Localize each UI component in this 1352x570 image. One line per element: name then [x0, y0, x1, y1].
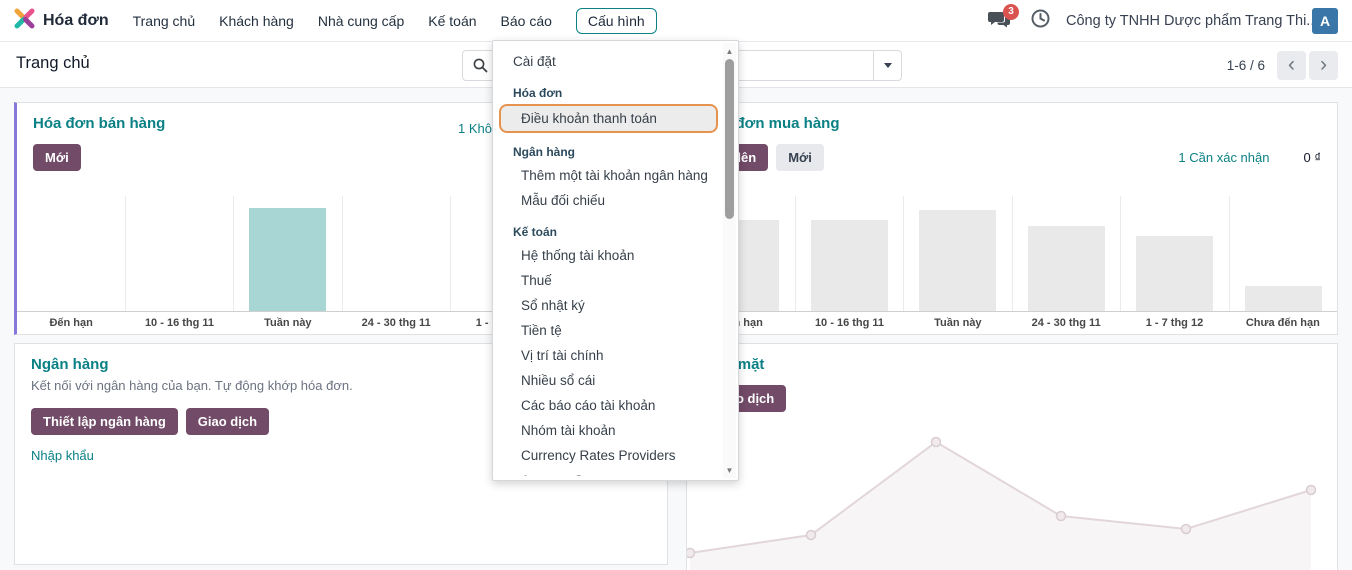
messages-button[interactable]: 3 [987, 9, 1015, 33]
nav-item-ke-toan[interactable]: Kế toán [428, 13, 476, 29]
menu-item[interactable]: Hệ thống tài khoản [493, 243, 724, 268]
menu-item[interactable]: Cài đặt [493, 49, 724, 74]
purchase-status-link[interactable]: 1 Cần xác nhận [1178, 150, 1269, 165]
cash-line-chart[interactable] [687, 343, 1338, 570]
top-navbar: Hóa đơn Trang chủ Khách hàng Nhà cung cấ… [0, 0, 1352, 42]
menu-item[interactable]: Mẫu đối chiếu [493, 188, 724, 213]
bar-slot[interactable] [17, 196, 125, 311]
data-point[interactable] [1307, 486, 1316, 495]
menu-item[interactable]: Điều khoản thanh toán [499, 104, 718, 133]
data-point[interactable] [1057, 512, 1066, 521]
messages-badge: 3 [1003, 4, 1019, 20]
bar-slot[interactable] [1229, 196, 1338, 311]
bar-slot[interactable] [795, 196, 904, 311]
menu-item[interactable]: Sổ nhật ký [493, 293, 724, 318]
pager-counter: 1-6 / 6 [1227, 58, 1265, 73]
pager-prev-button[interactable]: ‹ [1277, 51, 1306, 80]
chat-bubbles-icon [987, 18, 1012, 35]
nav-item-bao-cao[interactable]: Báo cáo [501, 13, 552, 29]
bank-transactions-button[interactable]: Giao dịch [186, 408, 269, 435]
app-name: Hóa đơn [43, 12, 109, 30]
menu-item[interactable]: Các báo cáo tài khoản [493, 393, 724, 418]
bar-slot[interactable] [1012, 196, 1121, 311]
data-point[interactable] [932, 438, 941, 447]
search-filter-toggle[interactable] [873, 51, 901, 80]
bank-setup-button[interactable]: Thiết lập ngân hàng [31, 408, 178, 435]
breadcrumb[interactable]: Trang chủ [16, 54, 90, 73]
config-dropdown-menu: Cài đặtHóa đơnĐiều khoản thanh toánNgân … [492, 40, 739, 481]
bar[interactable] [919, 210, 996, 311]
purchase-amount: 0 ₫ [1303, 150, 1321, 165]
activities-clock-icon[interactable] [1031, 9, 1050, 33]
axis-label: Tuần này [904, 317, 1012, 329]
bar[interactable] [1028, 226, 1105, 311]
menu-item[interactable]: Account Groups [493, 468, 724, 476]
nav-item-khach-hang[interactable]: Khách hàng [219, 13, 294, 29]
bar[interactable] [1136, 236, 1213, 311]
menu-item[interactable]: Currency Rates Providers [493, 443, 724, 468]
scroll-up-icon[interactable]: ▲ [723, 45, 736, 57]
bar[interactable] [1245, 286, 1322, 311]
menu-section-header: Hóa đơn [493, 74, 724, 104]
menu-item[interactable]: Thêm một tài khoản ngân hàng [493, 163, 724, 188]
axis-label: Chưa đến hạn [1229, 317, 1337, 329]
app-logo-icon [14, 8, 35, 34]
data-point[interactable] [1182, 525, 1191, 534]
menu-section-header: Kế toán [493, 213, 724, 243]
nav-item-nha-cung-cap[interactable]: Nhà cung cấp [318, 13, 404, 29]
scroll-thumb[interactable] [725, 59, 734, 219]
axis-label: 24 - 30 thg 11 [342, 317, 450, 329]
pager-next-button[interactable]: › [1309, 51, 1338, 80]
purchase-card-title[interactable]: Hóa đơn mua hàng [703, 115, 1321, 132]
sales-new-button[interactable]: Mới [33, 144, 81, 171]
menu-item[interactable]: Tiền tệ [493, 318, 724, 343]
user-avatar[interactable]: A [1312, 8, 1338, 34]
menu-item[interactable]: Thuế [493, 268, 724, 293]
scroll-down-icon[interactable]: ▼ [723, 464, 736, 476]
axis-label: Tuần này [234, 317, 342, 329]
axis-label: 1 - 7 thg 12 [1120, 317, 1228, 329]
axis-label: Đến hạn [17, 317, 125, 329]
company-name[interactable]: Công ty TNHH Dược phẩm Trang Thi... [1066, 13, 1296, 29]
data-point[interactable] [687, 549, 695, 558]
menu-item[interactable]: Vị trí tài chính [493, 343, 724, 368]
nav-item-trang-chu[interactable]: Trang chủ [133, 13, 196, 29]
bar-slot[interactable] [903, 196, 1012, 311]
app-brand[interactable]: Hóa đơn [14, 8, 109, 34]
purchase-bar-chart[interactable]: Đến hạn10 - 16 thg 11Tuần này24 - 30 thg… [687, 196, 1337, 334]
bar-slot[interactable] [1120, 196, 1229, 311]
dropdown-scrollbar[interactable]: ▲ ▼ [723, 43, 736, 478]
nav-item-cau-hinh[interactable]: Cấu hình [576, 8, 657, 34]
bar[interactable] [249, 208, 326, 311]
menu-item[interactable]: Nhiều sổ cái [493, 368, 724, 393]
data-point[interactable] [807, 531, 816, 540]
bar-slot[interactable] [125, 196, 234, 311]
axis-label: 10 - 16 thg 11 [125, 317, 233, 329]
bar-slot[interactable] [233, 196, 342, 311]
bank-import-link[interactable]: Nhập khẩu [31, 448, 94, 463]
menu-section-header: Ngân hàng [493, 133, 724, 163]
bar[interactable] [811, 220, 888, 311]
axis-label: 10 - 16 thg 11 [795, 317, 903, 329]
menu-item[interactable]: Nhóm tài khoản [493, 418, 724, 443]
bar-slot[interactable] [342, 196, 451, 311]
card-cash: Tiền mặt Giao dịch [686, 343, 1338, 570]
purchase-new-button[interactable]: Mới [776, 144, 824, 171]
axis-label: 24 - 30 thg 11 [1012, 317, 1120, 329]
card-purchase-invoices: Hóa đơn mua hàng Tải lên Mới 1 Cần xác n… [686, 102, 1338, 335]
chevron-down-icon [884, 63, 892, 68]
